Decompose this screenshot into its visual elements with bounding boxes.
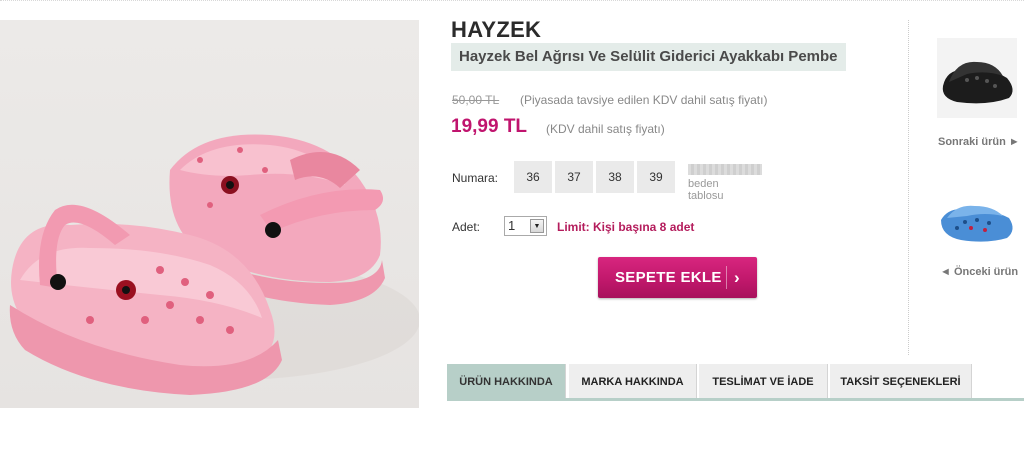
next-product-thumbnail[interactable]	[937, 38, 1017, 118]
add-to-cart-label: SEPETE EKLE	[615, 269, 722, 286]
old-price: 50,00 TL	[452, 93, 500, 107]
button-divider	[726, 266, 727, 289]
current-price: 19,99 TL	[451, 116, 528, 137]
size-option-39[interactable]: 39	[637, 161, 675, 193]
dropdown-arrow-icon[interactable]: ▼	[530, 219, 544, 233]
add-to-cart-button[interactable]: SEPETE EKLE ›	[598, 257, 757, 298]
price-note: (KDV dahil satış fiyatı)	[546, 122, 665, 136]
next-product-link[interactable]: Sonraki ürün ►	[938, 136, 1020, 148]
chevron-right-icon: ›	[734, 268, 740, 287]
brand-name[interactable]: HAYZEK	[451, 17, 541, 43]
quantity-label: Adet:	[452, 220, 481, 234]
size-option-36[interactable]: 36	[514, 161, 552, 193]
size-option-37[interactable]: 37	[555, 161, 593, 193]
quantity-select[interactable]: 1 ▼	[504, 216, 547, 236]
tab-delivery-returns[interactable]: TESLİMAT VE İADE	[699, 364, 828, 398]
tab-brand-info[interactable]: MARKA HAKKINDA	[569, 364, 697, 398]
tabs-underline	[447, 398, 1024, 401]
size-chart-graphic[interactable]	[688, 164, 762, 175]
black-clog-icon	[942, 61, 1013, 104]
old-price-note: (Piyasada tavsiye edilen KDV dahil satış…	[520, 93, 768, 107]
blue-clog-icon	[941, 205, 1013, 242]
product-title: Hayzek Bel Ağrısı Ve Selülit Giderici Ay…	[451, 43, 846, 71]
size-label: Numara:	[452, 171, 499, 185]
quantity-limit: Limit: Kişi başına 8 adet	[557, 220, 695, 234]
tab-installment-options[interactable]: TAKSİT SEÇENEKLERİ	[830, 364, 972, 398]
pink-clog-shoes-icon	[9, 134, 419, 395]
top-border	[0, 0, 1024, 4]
quantity-value: 1	[508, 218, 516, 233]
size-option-38[interactable]: 38	[596, 161, 634, 193]
product-image[interactable]	[0, 20, 419, 408]
size-chart-link[interactable]: beden tablosu	[688, 178, 748, 202]
previous-product-link[interactable]: ◄ Önceki ürün	[940, 266, 1018, 278]
column-divider	[908, 20, 909, 355]
tab-product-info[interactable]: ÜRÜN HAKKINDA	[447, 364, 566, 398]
previous-product-thumbnail[interactable]	[937, 190, 1017, 270]
